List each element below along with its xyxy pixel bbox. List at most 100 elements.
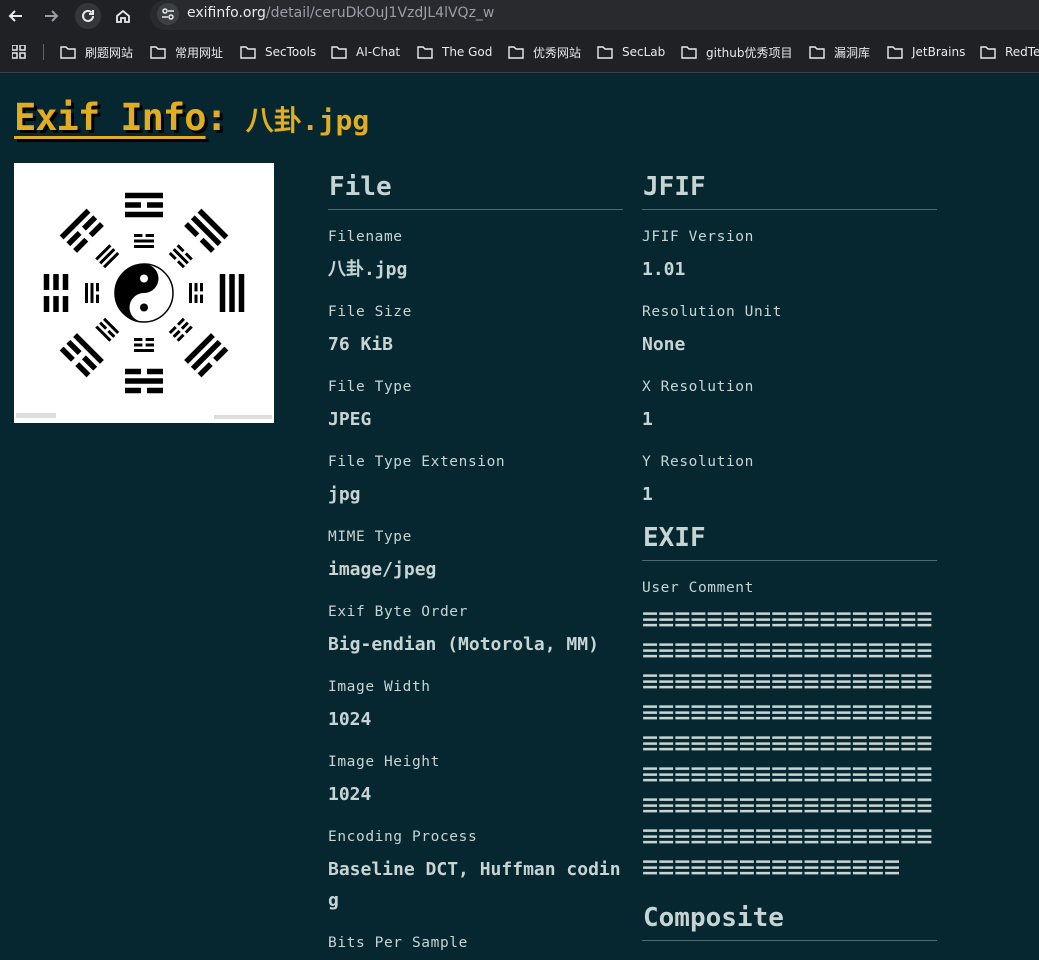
bookmark-folder[interactable]: 常用网址 [150, 44, 223, 60]
url-path: /detail/ceruDkOuJ1VzdJL4lVQz_w [265, 5, 495, 21]
field-value: 76 KiB [328, 334, 394, 355]
bookmark-label: AI-Chat [356, 45, 401, 59]
bookmark-folder[interactable]: 刷题网站 [60, 44, 133, 60]
site-info-icon[interactable] [157, 3, 179, 25]
apps-grid-icon[interactable] [12, 45, 26, 59]
field-label: User Comment [642, 580, 754, 596]
field-value: 1024 [328, 709, 372, 730]
field-user-comment: User Comment ☰☰☰☰☰☰☰☰☰☰☰☰☰☰☰☰☰☰☰☰☰☰☰☰☰☰☰☰… [642, 578, 937, 884]
bookmark-label: SecLab [622, 45, 666, 59]
bookmark-folder[interactable]: 漏洞库 [809, 44, 870, 60]
field-label: X Resolution [642, 379, 754, 395]
field-file-type: File Type JPEG [328, 377, 623, 435]
bookmark-label: github优秀项目 [706, 45, 793, 60]
field-bits-per-sample: Bits Per Sample [328, 933, 623, 953]
file-section: File Filename 八卦.jpg File Size 76 KiB File T… [328, 164, 623, 960]
home-button[interactable] [110, 3, 136, 29]
reload-icon [82, 9, 94, 22]
yin-yang-symbol [114, 263, 174, 323]
bookmark-folder[interactable]: RedTe [980, 44, 1039, 60]
field-value: 八卦.jpg [328, 259, 408, 280]
exif-section: EXIF User Comment ☰☰☰☰☰☰☰☰☰☰☰☰☰☰☰☰☰☰☰☰☰☰☰… [642, 515, 937, 884]
jfif-heading: JFIF [642, 164, 937, 210]
composite-section: Composite [642, 895, 937, 941]
field-label: MIME Type [328, 529, 412, 545]
field-x-resolution: X Resolution 1 [642, 377, 937, 435]
bookmark-label: 优秀网站 [533, 45, 582, 60]
file-heading: File [328, 164, 623, 210]
url-text: exifinfo.org/detail/ceruDkOuJ1VzdJL4lVQz… [187, 5, 494, 21]
bookmark-folder[interactable]: The God [417, 44, 492, 60]
field-y-resolution: Y Resolution 1 [642, 452, 937, 510]
field-file-size: File Size 76 KiB [328, 302, 623, 360]
field-resolution-unit: Resolution Unit None [642, 302, 937, 360]
bookmark-label: The God [442, 45, 493, 59]
bookmark-label: 漏洞库 [834, 45, 871, 60]
arrow-right-icon [45, 10, 59, 22]
folder-icon [887, 45, 903, 59]
field-jfif-version: JFIF Version 1.01 [642, 227, 937, 285]
bookmark-folder[interactable]: JetBrains [887, 44, 965, 60]
reload-button[interactable] [75, 3, 101, 29]
field-label: JFIF Version [642, 229, 754, 245]
bookmark-label: RedTe [1005, 45, 1039, 59]
field-label: Bits Per Sample [328, 935, 468, 951]
bookmark-label: JetBrains [912, 45, 966, 59]
folder-icon [60, 45, 76, 59]
address-bar[interactable]: exifinfo.org/detail/ceruDkOuJ1VzdJL4lVQz… [150, 0, 1039, 30]
field-value: image/jpeg [328, 559, 437, 580]
field-label: Exif Byte Order [328, 604, 468, 620]
field-image-width: Image Width 1024 [328, 677, 623, 735]
back-button[interactable] [3, 3, 29, 29]
folder-icon [809, 45, 825, 59]
browser-toolbar: exifinfo.org/detail/ceruDkOuJ1VzdJL4lVQz… [0, 0, 1039, 32]
title-colon: : [205, 96, 228, 139]
field-value: JPEG [328, 409, 372, 430]
jfif-fields: JFIF Version 1.01 Resolution Unit None X Res… [642, 227, 937, 510]
watermark-right [214, 415, 272, 419]
home-icon [116, 9, 130, 23]
field-label: Y Resolution [642, 454, 754, 470]
field-value: 1 [642, 409, 653, 430]
arrow-left-icon [8, 10, 22, 22]
folder-icon [240, 45, 256, 59]
bookmark-label: SecTools [265, 45, 317, 59]
bookmarks-bar: 刷题网站 常用网址 SecTools AI-Chat The God 优秀网站 SecLab… [0, 32, 1039, 73]
exif-fields: User Comment ☰☰☰☰☰☰☰☰☰☰☰☰☰☰☰☰☰☰☰☰☰☰☰☰☰☰☰☰… [642, 578, 937, 884]
field-value: 1.01 [642, 259, 686, 280]
field-label: Filename [328, 229, 403, 245]
field-mime-type: MIME Type image/jpeg [328, 527, 623, 585]
field-value: ☰☰☰☰☰☰☰☰☰☰☰☰☰☰☰☰☰☰☰☰☰☰☰☰☰☰☰☰☰☰☰☰☰☰☰☰☰☰☰☰… [642, 610, 933, 879]
field-filename: Filename 八卦.jpg [328, 227, 623, 285]
field-value: Big-endian (Motorola, MM) [328, 634, 599, 655]
bookmarks-divider [43, 44, 44, 60]
field-label: Image Height [328, 754, 440, 770]
folder-icon [980, 45, 996, 59]
title-filename: 八卦.jpg [245, 104, 370, 137]
bookmark-folder[interactable]: 优秀网站 [508, 44, 581, 60]
field-value: 1 [642, 484, 653, 505]
field-label: File Size [328, 304, 412, 320]
bookmark-label: 刷题网站 [85, 45, 134, 60]
trigram [219, 274, 245, 312]
field-label: Encoding Process [328, 829, 478, 845]
field-label: Image Width [328, 679, 431, 695]
forward-button[interactable] [38, 3, 64, 29]
field-file-type-extension: File Type Extension jpg [328, 452, 623, 510]
bookmark-folder[interactable]: github优秀项目 [681, 44, 793, 60]
folder-icon [150, 45, 166, 59]
folder-icon [597, 45, 613, 59]
image-thumbnail [14, 163, 274, 423]
folder-icon [508, 45, 524, 59]
title-logo[interactable]: Exif Info [14, 96, 206, 139]
field-value: Baseline DCT, Huffman coding [328, 859, 621, 911]
field-label: File Type Extension [328, 454, 506, 470]
folder-icon [417, 45, 433, 59]
folder-icon [331, 45, 347, 59]
field-label: File Type [328, 379, 412, 395]
bookmark-folder[interactable]: SecLab [597, 44, 665, 60]
field-label: Resolution Unit [642, 304, 782, 320]
url-host: exifinfo.org [187, 5, 266, 21]
bookmark-folder[interactable]: AI-Chat [331, 44, 400, 60]
bookmark-folder[interactable]: SecTools [240, 44, 316, 60]
